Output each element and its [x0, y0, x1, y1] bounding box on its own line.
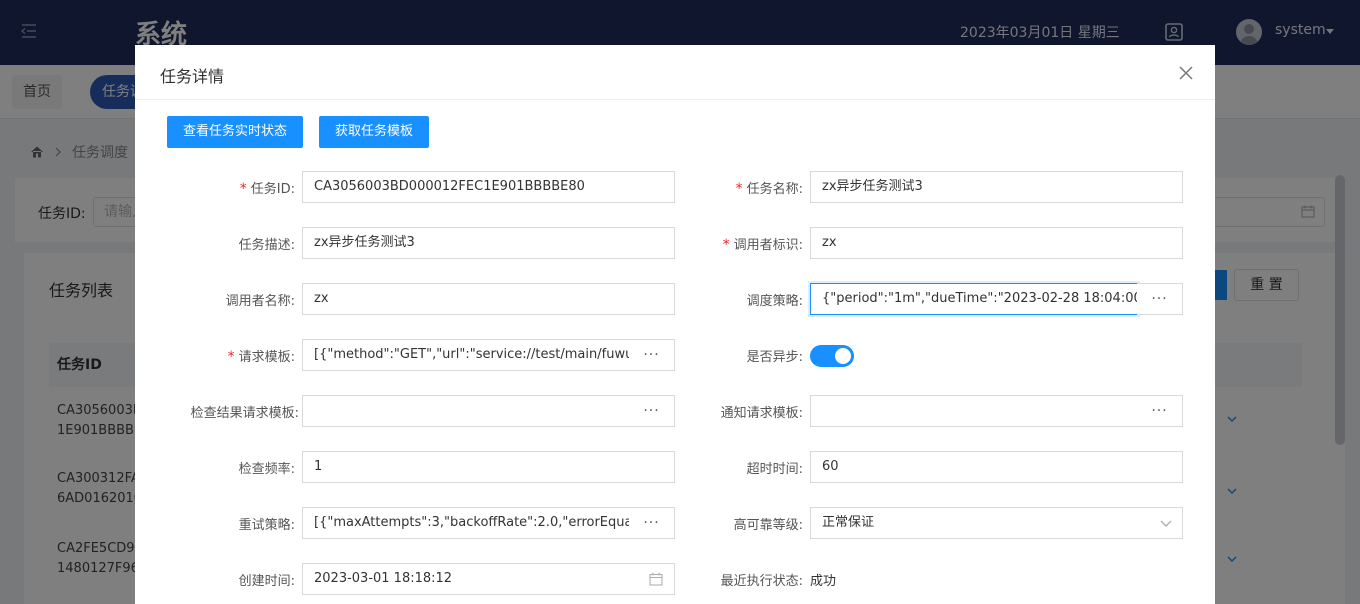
required-mark: *	[722, 237, 730, 253]
get-task-template-button[interactable]: 获取任务模板	[319, 116, 430, 148]
is-async-label: 是否异步:	[746, 350, 803, 365]
last-exec-status-value: 成功	[810, 574, 837, 589]
notify-template-field[interactable]	[810, 395, 1138, 427]
notify-template-more-button[interactable]: ···	[1137, 395, 1183, 427]
more-icon: ···	[1151, 403, 1168, 419]
check-result-template-field[interactable]	[302, 395, 630, 427]
caller-name-label: 调用者名称:	[225, 294, 295, 309]
caller-id-field[interactable]: zx	[810, 227, 1183, 259]
dialog-title: 任务详情	[160, 67, 225, 86]
retry-policy-field[interactable]: [{"maxAttempts":3,"backoffRate":2.0,"err…	[302, 507, 630, 539]
timeout-field[interactable]: 60	[810, 451, 1183, 483]
task-detail-dialog: 任务详情 查看任务实时状态 获取任务模板 * 任务ID: CA3056003BD0…	[135, 45, 1215, 604]
create-time-label: 创建时间:	[238, 574, 295, 589]
more-icon: ···	[1151, 291, 1168, 307]
switch-knob	[835, 348, 851, 364]
check-result-template-label: 检查结果请求模板:	[190, 406, 299, 421]
caller-id-label: * 调用者标识:	[722, 237, 803, 253]
notify-template-label: 通知请求模板:	[720, 406, 803, 421]
schedule-policy-label: 调度策略:	[746, 294, 803, 309]
close-icon[interactable]	[1178, 65, 1194, 81]
reliability-level-select[interactable]: 正常保证	[810, 507, 1183, 539]
chevron-down-icon[interactable]	[1159, 516, 1173, 530]
task-desc-label: 任务描述:	[238, 238, 295, 253]
request-template-field[interactable]: [{"method":"GET","url":"service://test/m…	[302, 339, 630, 371]
last-exec-status-label: 最近执行状态:	[720, 574, 803, 589]
reliability-level-label: 高可靠等级:	[733, 518, 803, 533]
task-name-label: * 任务名称:	[735, 181, 803, 197]
task-name-field[interactable]: zx异步任务测试3	[810, 171, 1183, 203]
task-id-label: * 任务ID:	[239, 181, 295, 197]
retry-policy-label: 重试策略:	[238, 518, 295, 533]
view-task-status-button[interactable]: 查看任务实时状态	[167, 116, 304, 148]
schedule-policy-more-button[interactable]: ···	[1137, 283, 1183, 315]
schedule-policy-field[interactable]: {"period":"1m","dueTime":"2023-02-28 18:…	[810, 283, 1138, 315]
required-mark: *	[735, 181, 743, 197]
timeout-label: 超时时间:	[746, 462, 803, 477]
request-template-label: * 请求模板:	[227, 349, 295, 365]
check-frequency-label: 检查频率:	[238, 462, 295, 477]
required-mark: *	[239, 181, 247, 197]
dialog-header: 任务详情	[135, 45, 1215, 100]
is-async-switch[interactable]	[810, 345, 854, 367]
required-mark: *	[227, 349, 235, 365]
